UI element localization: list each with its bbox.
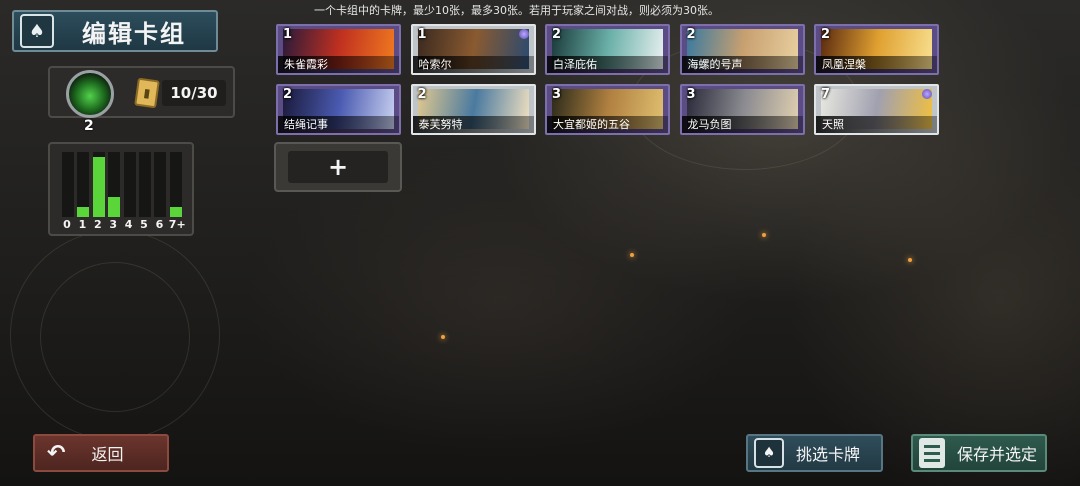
rarity-gem-icon	[518, 29, 529, 39]
card-name: 白泽庇佑	[547, 56, 668, 73]
save-and-select-label: 保存并选定	[957, 445, 1038, 464]
card-cost: 2	[686, 27, 696, 42]
histogram-column	[139, 152, 151, 217]
histogram-label: 3	[109, 218, 118, 231]
histogram-column	[92, 152, 105, 217]
histogram-bar	[92, 157, 105, 217]
card-cost: 2	[552, 27, 562, 42]
card-cost: 2	[821, 27, 831, 42]
deck-card[interactable]: 1 哈索尔	[410, 24, 536, 75]
card-name: 哈索尔	[412, 56, 534, 73]
deck-card[interactable]: 3 大宜都姬的五谷	[545, 84, 670, 135]
histogram-label: 2	[93, 218, 102, 231]
histogram-label: 4	[124, 218, 133, 231]
card-cost: 7	[821, 87, 831, 102]
page-title: 编辑卡组	[82, 19, 186, 48]
histogram-bar	[77, 207, 90, 217]
deck-card[interactable]: 1 朱雀霞彩	[276, 24, 401, 75]
histogram-label: 5	[140, 218, 148, 231]
card-cost: 1	[417, 27, 427, 42]
deck-icon: ♠	[754, 438, 784, 468]
card-name: 天照	[816, 116, 937, 133]
deck-icon: ♠	[20, 14, 54, 48]
histogram-column	[62, 152, 74, 217]
leader-avatar[interactable]	[66, 70, 114, 118]
card-name: 结绳记事	[278, 116, 399, 133]
card-name: 海螺的号声	[681, 56, 803, 73]
deck-card[interactable]: 2 白泽庇佑	[545, 24, 670, 75]
plus-icon: +	[288, 151, 388, 183]
back-button-label: 返回	[91, 445, 124, 464]
card-count-icon: ▮	[134, 77, 160, 109]
deck-card[interactable]: 2 凤凰涅槃	[814, 24, 939, 75]
card-name: 泰芙努特	[412, 116, 534, 133]
card-name: 朱雀霞彩	[278, 56, 399, 73]
deck-counter-panel: ▮ 10/30	[48, 66, 235, 118]
deck-card-count: 10/30	[162, 80, 226, 106]
ember-particle	[908, 258, 912, 262]
page-title-bar: ♠ 编辑卡组	[12, 10, 218, 52]
ember-particle	[630, 253, 634, 257]
card-cost: 3	[686, 87, 696, 102]
card-cost: 1	[283, 27, 293, 42]
histogram-label: 7+	[168, 218, 186, 231]
ember-particle	[441, 335, 445, 339]
deck-card[interactable]: 2 泰芙努特	[410, 84, 536, 135]
histogram-bar	[108, 197, 121, 217]
histogram-bar	[169, 207, 182, 217]
background-rune-circle	[40, 262, 190, 412]
add-card-button[interactable]: +	[274, 142, 402, 192]
card-name: 龙马负图	[681, 116, 803, 133]
mana-curve-histogram: 0 1 2 3 4 5 6 7+	[48, 142, 194, 236]
list-icon	[919, 438, 945, 468]
pick-cards-button[interactable]: ♠ 挑选卡牌	[746, 434, 883, 472]
histogram-label: 6	[155, 218, 164, 231]
card-cost: 2	[417, 87, 427, 102]
deck-card[interactable]: 2 海螺的号声	[679, 24, 805, 75]
pick-cards-label: 挑选卡牌	[796, 445, 861, 464]
histogram-column	[154, 152, 167, 217]
histogram-label: 1	[78, 218, 87, 231]
card-cost: 3	[552, 87, 562, 102]
back-button[interactable]: ↶ 返回	[33, 434, 169, 472]
histogram-column	[169, 152, 182, 217]
leader-cost-badge: 2	[84, 118, 94, 134]
ember-particle	[762, 233, 766, 237]
deck-card[interactable]: 2 结绳记事	[276, 84, 401, 135]
deck-rule-hint: 一个卡组中的卡牌，最少10张，最多30张。若用于玩家之间对战，则必须为30张。	[314, 4, 719, 17]
deck-card[interactable]: 3 龙马负图	[679, 84, 805, 135]
save-and-select-button[interactable]: 保存并选定	[911, 434, 1047, 472]
histogram-label: 0	[63, 218, 71, 231]
deck-card[interactable]: 7 天照	[814, 84, 939, 135]
histogram-column	[77, 152, 90, 217]
card-name: 凤凰涅槃	[816, 56, 937, 73]
card-name: 大宜都姬的五谷	[547, 116, 668, 133]
rarity-gem-icon	[922, 89, 932, 99]
back-arrow-icon: ↶	[47, 440, 66, 466]
card-cost: 2	[283, 87, 293, 102]
histogram-column	[108, 152, 121, 217]
histogram-column	[123, 152, 136, 217]
